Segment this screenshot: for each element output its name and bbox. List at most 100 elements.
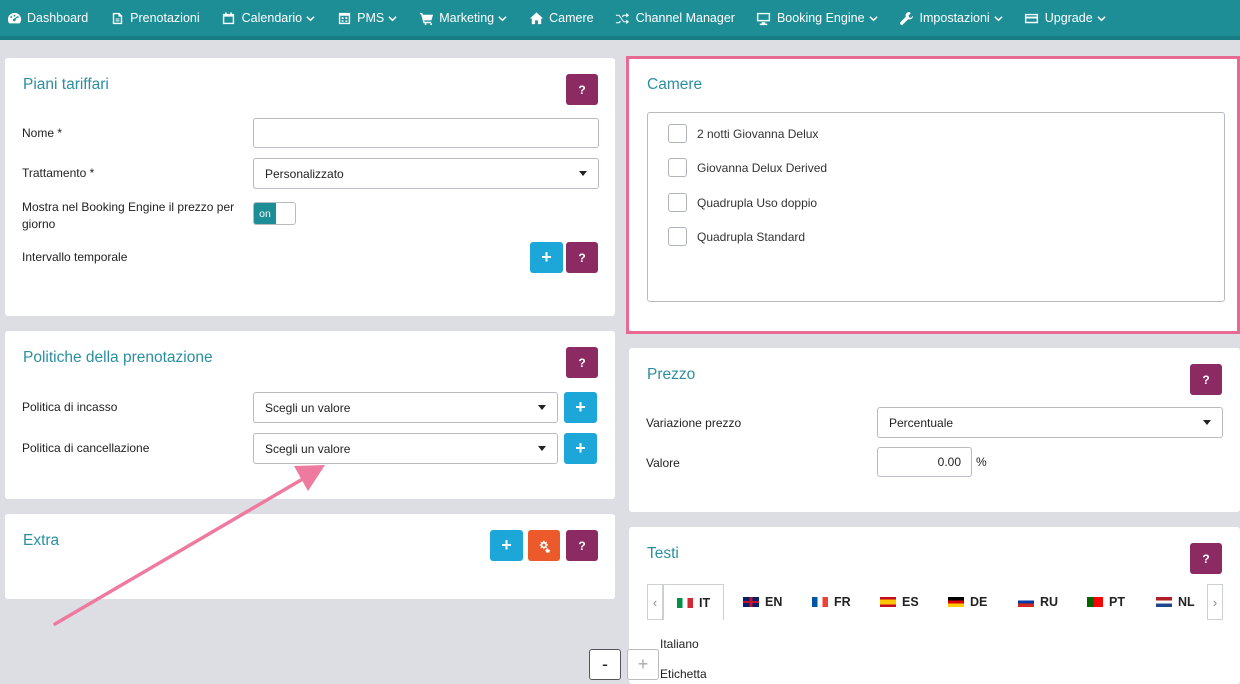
tab-label: EN	[765, 595, 783, 609]
price-variation-label: Variazione prezzo	[646, 416, 742, 430]
tab-fr[interactable]: FR	[812, 584, 851, 620]
caret-down-icon	[579, 171, 587, 176]
collection-policy-value: Scegli un valore	[265, 400, 351, 415]
name-input[interactable]	[253, 118, 599, 148]
calendar-icon	[221, 10, 237, 26]
show-price-toggle[interactable]: on	[253, 202, 296, 225]
toggle-on-label: on	[254, 203, 276, 224]
tab-pt[interactable]: PT	[1087, 584, 1125, 620]
add-interval-button[interactable]: +	[530, 242, 563, 273]
chevron-down-icon	[994, 14, 1003, 23]
cogs-icon	[539, 540, 551, 553]
interval-label: Intervallo temporale	[22, 250, 128, 264]
home-icon	[528, 10, 544, 26]
price-panel: Prezzo ? Variazione prezzo Percentuale V…	[629, 348, 1240, 512]
nav-calendario-label: Calendario	[241, 11, 303, 25]
treatment-select[interactable]: Personalizzato	[253, 158, 599, 189]
cancel-policy-label: Politica di cancellazione	[22, 441, 150, 455]
tab-nl[interactable]: NL	[1156, 584, 1195, 620]
zoom-out-button[interactable]: -	[589, 649, 621, 680]
tab-de[interactable]: DE	[948, 584, 987, 620]
caret-down-icon	[1203, 420, 1211, 425]
nav-upgrade[interactable]: Upgrade	[1024, 10, 1106, 26]
help-button[interactable]: ?	[566, 242, 598, 273]
russia-flag-icon	[1018, 597, 1034, 607]
nav-prenotazioni[interactable]: Prenotazioni	[109, 10, 200, 26]
extra-panel: Extra + ?	[5, 514, 615, 599]
language-name: Italiano	[660, 637, 699, 651]
chevron-down-icon	[388, 14, 397, 23]
uk-flag-icon	[743, 597, 759, 607]
netherlands-flag-icon	[1156, 597, 1172, 607]
help-button[interactable]: ?	[566, 530, 598, 561]
tab-label: RU	[1040, 595, 1059, 609]
tabs-scroll-right-button[interactable]: ›	[1207, 584, 1223, 620]
price-variation-value: Percentuale	[889, 415, 954, 430]
rate-plans-panel: Piani tariffari ? Nome * Trattamento * P…	[5, 58, 615, 316]
help-button[interactable]: ?	[1190, 364, 1222, 395]
help-button[interactable]: ?	[566, 74, 598, 105]
help-button[interactable]: ?	[566, 347, 598, 378]
cancel-policy-value: Scegli un valore	[265, 441, 351, 456]
bookings-icon	[109, 10, 125, 26]
price-value-input[interactable]: 0.00	[877, 447, 972, 477]
tab-label: FR	[834, 595, 851, 609]
nav-booking-engine-label: Booking Engine	[776, 11, 865, 25]
zoom-in-button[interactable]: +	[627, 649, 659, 680]
language-tabs: ‹ IT EN FR ES DE RU PT NL ›	[646, 581, 1224, 620]
tab-label: PT	[1109, 595, 1125, 609]
nav-dashboard-label: Dashboard	[27, 11, 89, 25]
price-variation-select[interactable]: Percentuale	[877, 407, 1223, 438]
top-navigation: Dashboard Prenotazioni Calendario PMS Ma…	[0, 0, 1240, 40]
nav-camere-label: Camere	[549, 11, 594, 25]
pms-icon	[336, 10, 352, 26]
nav-booking-engine[interactable]: Booking Engine	[756, 10, 878, 26]
wrench-icon	[899, 10, 915, 26]
nav-pms-label: PMS	[357, 11, 385, 25]
caret-down-icon	[538, 446, 546, 451]
cancel-policy-select[interactable]: Scegli un valore	[253, 433, 558, 464]
nav-camere[interactable]: Camere	[528, 10, 594, 26]
collection-policy-select[interactable]: Scegli un valore	[253, 392, 558, 423]
price-value-label: Valore	[646, 456, 680, 470]
tab-ru[interactable]: RU	[1018, 584, 1058, 620]
nav-impostazioni[interactable]: Impostazioni	[899, 10, 1003, 26]
nav-channel-manager-label: Channel Manager	[635, 11, 735, 25]
chevron-down-icon	[868, 14, 878, 23]
card-icon	[1024, 10, 1040, 26]
show-price-label: Mostra nel Booking Engine il prezzo per …	[22, 200, 235, 231]
rate-plans-title: Piani tariffari	[23, 76, 109, 93]
nav-prenotazioni-label: Prenotazioni	[130, 11, 200, 25]
tab-label: ES	[902, 595, 919, 609]
add-extra-button[interactable]: +	[490, 530, 523, 561]
chevron-down-icon	[498, 14, 507, 23]
nav-pms[interactable]: PMS	[336, 10, 397, 26]
shuffle-icon	[615, 10, 631, 26]
add-cancel-policy-button[interactable]: +	[564, 433, 597, 464]
monitor-icon	[756, 10, 772, 26]
percent-unit: %	[976, 455, 987, 469]
extra-settings-button[interactable]	[528, 530, 560, 561]
nav-calendario[interactable]: Calendario	[221, 10, 315, 26]
caret-down-icon	[538, 405, 546, 410]
tabs-scroll-left-button[interactable]: ‹	[647, 584, 663, 620]
tab-es[interactable]: ES	[880, 584, 919, 620]
nav-marketing[interactable]: Marketing	[418, 10, 507, 26]
italy-flag-icon	[677, 597, 693, 608]
nav-impostazioni-label: Impostazioni	[919, 11, 990, 25]
portugal-flag-icon	[1087, 597, 1103, 607]
rooms-highlight-annotation	[626, 56, 1240, 334]
help-button[interactable]: ?	[1190, 543, 1222, 574]
treatment-value: Personalizzato	[265, 166, 344, 181]
chevron-down-icon	[1097, 14, 1106, 23]
price-title: Prezzo	[647, 366, 696, 383]
tab-it[interactable]: IT	[663, 584, 725, 620]
treatment-label: Trattamento *	[22, 166, 95, 180]
label-field-label: Etichetta	[660, 667, 707, 681]
tab-en[interactable]: EN	[743, 584, 782, 620]
chevron-down-icon	[306, 14, 315, 23]
tab-label: DE	[970, 595, 988, 609]
nav-dashboard[interactable]: Dashboard	[6, 10, 88, 26]
nav-channel-manager[interactable]: Channel Manager	[615, 10, 735, 26]
add-collection-policy-button[interactable]: +	[564, 392, 597, 423]
